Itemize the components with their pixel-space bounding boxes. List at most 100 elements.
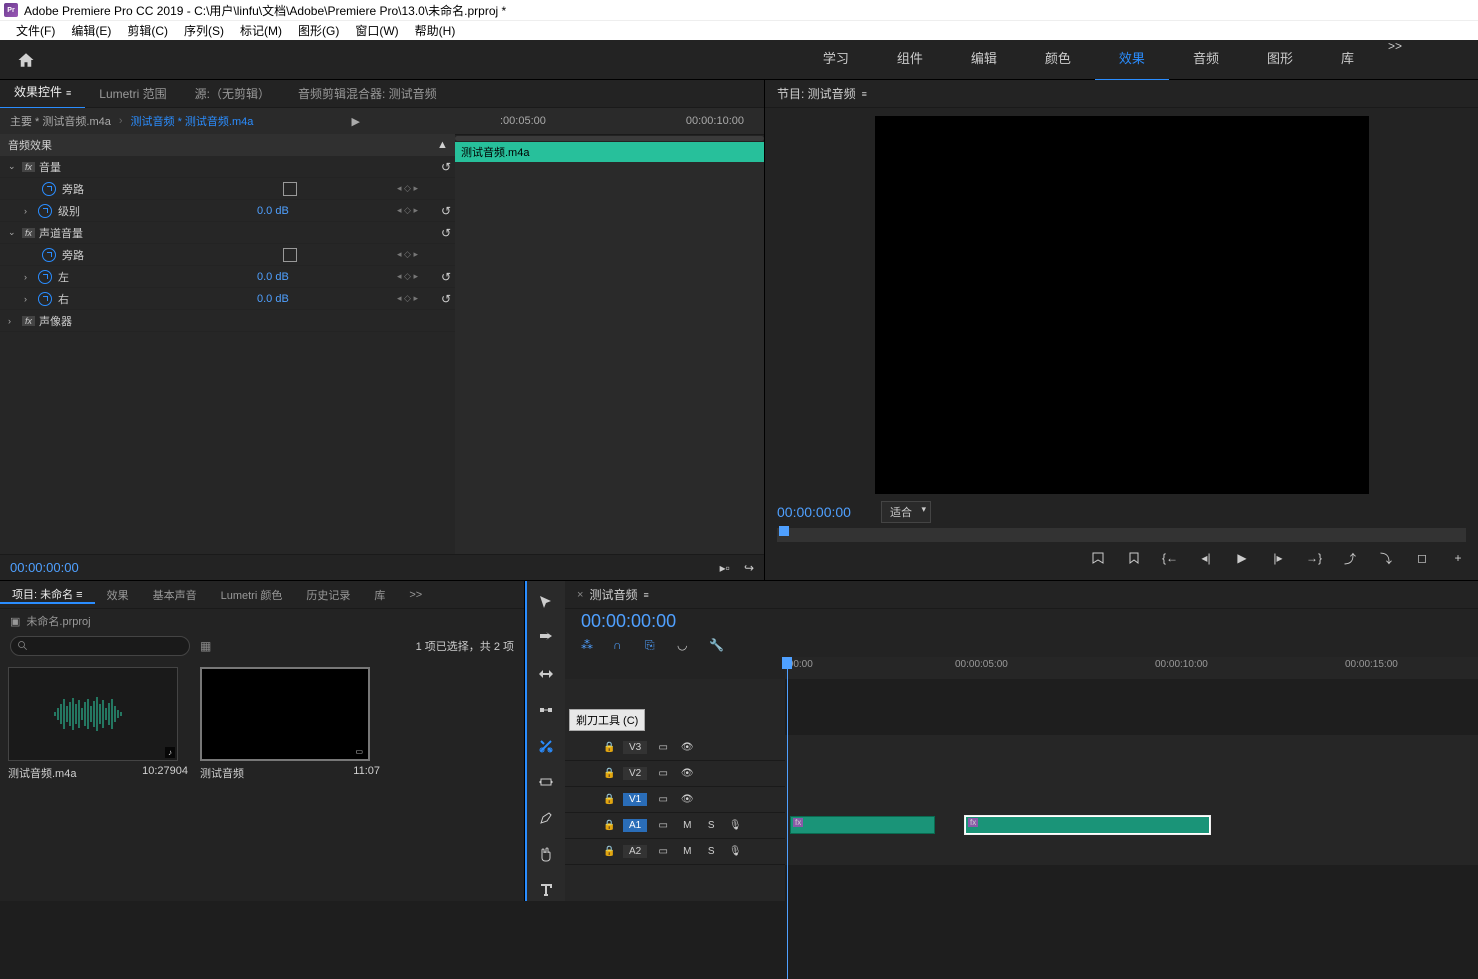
marker-in-icon[interactable] xyxy=(1090,550,1106,566)
eye-icon[interactable]: 👁 xyxy=(679,742,695,753)
solo-toggle[interactable]: S xyxy=(703,846,719,857)
panel-menu-icon[interactable]: ≡ xyxy=(862,89,867,99)
scrollbar-thumb[interactable] xyxy=(455,136,764,141)
reset-icon[interactable]: ↺ xyxy=(437,226,455,240)
button-editor-icon[interactable]: + xyxy=(1450,550,1466,566)
keyframe-nav[interactable]: ◂ ◇ ▸ xyxy=(397,249,437,260)
voice-record-icon[interactable]: 🎙 xyxy=(727,846,743,857)
playhead-handle-icon[interactable] xyxy=(782,657,792,669)
tab-libraries[interactable]: 库 xyxy=(362,587,397,603)
audio-clip-segment-2[interactable]: fx xyxy=(965,816,1210,834)
panel-menu-icon[interactable]: ≡ xyxy=(643,590,648,600)
lock-icon[interactable]: 🔒 xyxy=(603,768,615,779)
section-audio-effects[interactable]: 音频效果 ▲ xyxy=(0,134,455,156)
effect-group-volume[interactable]: ⌄fx 音量 ↺ xyxy=(0,156,455,178)
reset-icon[interactable]: ↺ xyxy=(437,270,455,284)
solo-toggle[interactable]: S xyxy=(703,820,719,831)
tab-effect-controls[interactable]: 效果控件≡ xyxy=(0,78,85,109)
timeline-timecode[interactable]: 00:00:00:00 xyxy=(581,611,727,632)
track-lane-a2[interactable] xyxy=(785,839,1478,865)
playhead-line[interactable] xyxy=(787,657,788,979)
tab-history[interactable]: 历史记录 xyxy=(294,587,362,603)
reset-icon[interactable]: ↺ xyxy=(437,160,455,174)
workspace-tab-effects[interactable]: 效果 xyxy=(1095,39,1169,81)
tab-source-monitor[interactable]: 源:（无剪辑） xyxy=(181,80,284,108)
voice-record-icon[interactable]: 🎙 xyxy=(727,820,743,831)
prop-bypass-channel[interactable]: 旁路 ◂ ◇ ▸ xyxy=(0,244,455,266)
stopwatch-icon[interactable] xyxy=(42,182,56,196)
track-header-a1[interactable]: 🔒A1▭MS🎙 xyxy=(565,819,785,832)
tab-effects[interactable]: 效果 xyxy=(95,587,141,603)
hand-tool-icon[interactable] xyxy=(535,843,557,865)
project-item-sequence[interactable]: ▭ 测试音频 11:07 xyxy=(200,667,380,893)
tab-project[interactable]: 项目: 未命名 ≡ xyxy=(0,586,95,604)
effect-clip-bar[interactable]: 测试音频.m4a xyxy=(455,142,764,162)
linked-selection-icon[interactable]: ⎘ xyxy=(645,638,663,656)
effect-timeline-area[interactable]: 测试音频.m4a xyxy=(455,134,764,554)
menu-graphics[interactable]: 图形(G) xyxy=(290,22,347,39)
reset-icon[interactable]: ↺ xyxy=(437,292,455,306)
menu-marker[interactable]: 标记(M) xyxy=(232,22,290,39)
extract-icon[interactable]: ⤵ xyxy=(1378,550,1394,566)
eye-icon[interactable]: 👁 xyxy=(679,768,695,779)
insert-mode-icon[interactable]: ⁂ xyxy=(581,638,599,656)
step-forward-icon[interactable]: |▸ xyxy=(1270,550,1286,566)
snap-icon[interactable]: ∩ xyxy=(613,638,631,656)
project-breadcrumb[interactable]: ▣ 未命名.prproj xyxy=(0,609,524,633)
home-icon[interactable] xyxy=(16,51,36,69)
export-frame-icon[interactable]: ◻ xyxy=(1414,550,1430,566)
bypass-checkbox[interactable] xyxy=(283,248,297,262)
effect-group-channel-volume[interactable]: ⌄fx 声道音量 ↺ xyxy=(0,222,455,244)
workspace-more-icon[interactable]: >> xyxy=(1388,39,1418,81)
level-value[interactable]: 0.0 dB xyxy=(257,205,337,217)
program-ruler[interactable] xyxy=(777,528,1466,542)
track-header-a2[interactable]: 🔒A2▭MS🎙 xyxy=(565,845,785,858)
track-header-v1[interactable]: 🔒V1▭👁 xyxy=(565,793,785,806)
razor-tool-icon[interactable] xyxy=(535,735,557,757)
keyframe-nav[interactable]: ◂ ◇ ▸ xyxy=(397,205,437,216)
menu-sequence[interactable]: 序列(S) xyxy=(176,22,232,39)
pen-tool-icon[interactable] xyxy=(535,807,557,829)
keyframe-nav[interactable]: ◂ ◇ ▸ xyxy=(397,271,437,282)
track-lane-v1[interactable] xyxy=(785,787,1478,813)
prop-bypass-volume[interactable]: 旁路 ◂ ◇ ▸ xyxy=(0,178,455,200)
project-search-input[interactable] xyxy=(10,636,190,656)
tab-lumetri-scopes[interactable]: Lumetri 范围 xyxy=(85,80,180,108)
marker-out-icon[interactable] xyxy=(1126,550,1142,566)
loop-icon[interactable]: ↪ xyxy=(744,561,754,575)
toggle-output-icon[interactable]: ▭ xyxy=(655,742,671,753)
menu-window[interactable]: 窗口(W) xyxy=(347,22,406,39)
project-item-audio[interactable]: ♪ 测试音频.m4a 10:27904 xyxy=(8,667,188,893)
stopwatch-icon[interactable] xyxy=(38,292,52,306)
program-timecode[interactable]: 00:00:00:00 xyxy=(777,504,851,520)
filter-bin-icon[interactable]: ▦ xyxy=(200,639,211,653)
prop-level-volume[interactable]: › 级别 0.0 dB ◂ ◇ ▸ ↺ xyxy=(0,200,455,222)
ripple-edit-tool-icon[interactable] xyxy=(535,663,557,685)
keyframe-nav[interactable]: ◂ ◇ ▸ xyxy=(397,183,437,194)
rate-stretch-tool-icon[interactable] xyxy=(535,699,557,721)
workspace-tab-editing[interactable]: 编辑 xyxy=(947,39,1021,81)
workspace-tab-learn[interactable]: 学习 xyxy=(799,39,873,81)
slip-tool-icon[interactable] xyxy=(535,771,557,793)
marker-icon[interactable]: ◡ xyxy=(677,638,695,656)
track-header-v2[interactable]: 🔒V2▭👁 xyxy=(565,767,785,780)
bypass-checkbox[interactable] xyxy=(283,182,297,196)
tab-lumetri-color[interactable]: Lumetri 颜色 xyxy=(209,587,295,603)
timeline-ruler[interactable]: :00:00 00:00:05:00 00:00:10:00 00:00:15:… xyxy=(785,657,1478,679)
zoom-fit-dropdown[interactable]: 适合 xyxy=(881,501,931,523)
breadcrumb-sequence[interactable]: 测试音频 * 测试音频.m4a xyxy=(131,113,254,129)
track-lane-v3[interactable] xyxy=(785,735,1478,761)
lock-icon[interactable]: 🔒 xyxy=(603,742,615,753)
stopwatch-icon[interactable] xyxy=(38,204,52,218)
sequence-title[interactable]: 测试音频 xyxy=(589,586,637,603)
track-lane-a1[interactable]: fx fx xyxy=(785,813,1478,839)
right-value[interactable]: 0.0 dB xyxy=(257,293,337,305)
tab-essential-sound[interactable]: 基本声音 xyxy=(141,587,209,603)
toggle-output-icon[interactable]: ▭ xyxy=(655,768,671,779)
menu-file[interactable]: 文件(F) xyxy=(8,22,63,39)
lift-icon[interactable]: ⤴ xyxy=(1342,550,1358,566)
toggle-output-icon[interactable]: ▭ xyxy=(655,820,671,831)
stopwatch-icon[interactable] xyxy=(38,270,52,284)
go-to-out-icon[interactable]: →} xyxy=(1306,550,1322,566)
workspace-tab-libraries[interactable]: 库 xyxy=(1317,39,1378,81)
